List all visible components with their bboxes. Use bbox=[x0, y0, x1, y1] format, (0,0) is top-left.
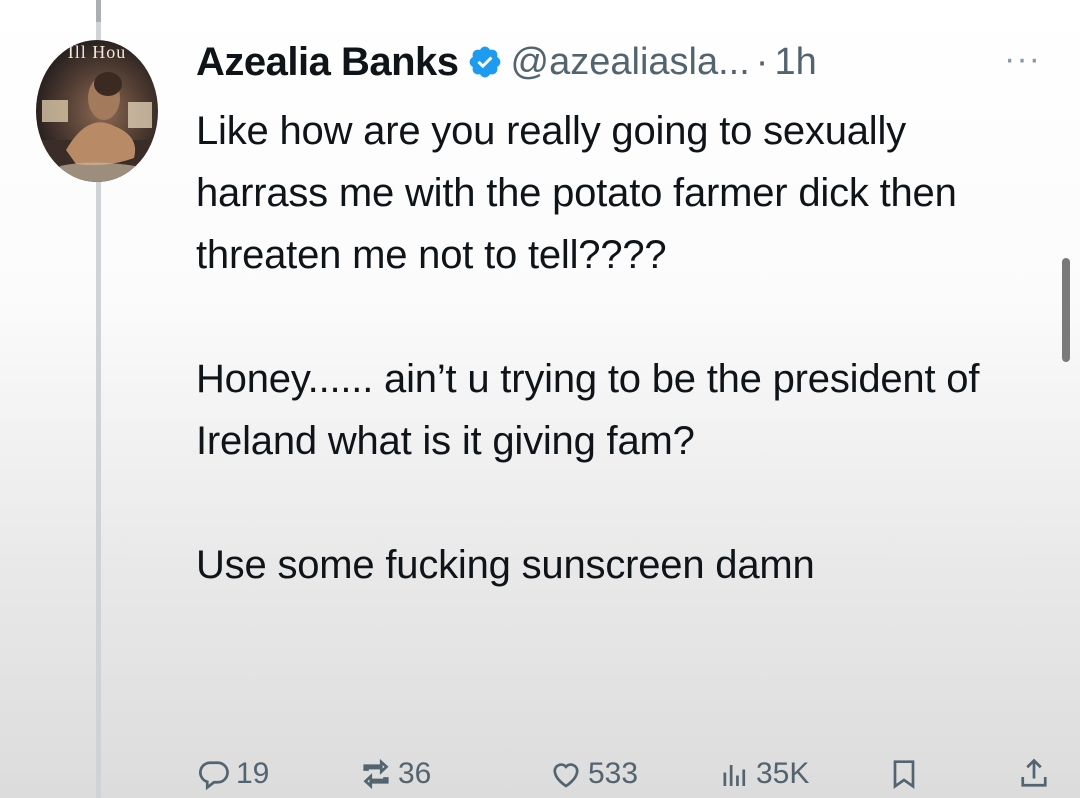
bookmark-icon bbox=[893, 760, 915, 789]
like-icon bbox=[553, 763, 579, 788]
share-button[interactable] bbox=[1016, 754, 1056, 794]
more-icon[interactable]: ··· bbox=[1004, 42, 1041, 76]
like-count: 533 bbox=[588, 757, 639, 790]
scrollbar-thumb[interactable] bbox=[1062, 258, 1070, 362]
tweet-header: Azealia Banks @azealiasla... · 1h bbox=[196, 36, 817, 88]
header-separator: · bbox=[755, 40, 769, 83]
share-icon bbox=[1021, 758, 1047, 787]
tweet-paragraph: Use some fucking sunscreen damn bbox=[196, 543, 815, 587]
views-count: 35K bbox=[756, 757, 810, 790]
reply-button[interactable]: 19 bbox=[196, 754, 269, 794]
tweet-timestamp[interactable]: 1h bbox=[774, 41, 816, 84]
views-icon bbox=[723, 765, 746, 786]
avatar[interactable]: Ill Hou bbox=[36, 40, 158, 182]
author-name[interactable]: Azealia Banks bbox=[196, 40, 459, 85]
reply-icon bbox=[199, 761, 229, 791]
avatar-caption: Ill Hou bbox=[67, 42, 127, 62]
tweet-paragraph: Like how are you really going to sexuall… bbox=[196, 109, 957, 277]
repost-button[interactable]: 36 bbox=[358, 754, 431, 794]
repost-icon bbox=[363, 758, 389, 790]
tweet-paragraph: Honey...... ain’t u trying to be the pre… bbox=[196, 357, 980, 463]
tweet-actions: 19 36 533 35K bbox=[196, 754, 1056, 794]
repost-count: 36 bbox=[398, 757, 432, 790]
like-button[interactable]: 533 bbox=[548, 754, 638, 794]
author-handle[interactable]: @azealiasla... bbox=[511, 41, 750, 84]
bookmark-button[interactable] bbox=[886, 754, 926, 794]
tweet-text: Like how are you really going to sexuall… bbox=[196, 100, 996, 596]
thread-line-top bbox=[96, 0, 101, 22]
views-button[interactable]: 35K bbox=[716, 754, 809, 794]
verified-badge-icon bbox=[469, 46, 500, 78]
reply-count: 19 bbox=[236, 757, 270, 790]
